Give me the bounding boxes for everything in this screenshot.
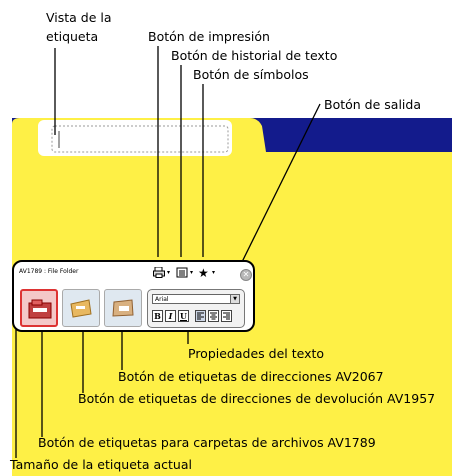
callout-print-button: Botón de impresión <box>148 29 270 44</box>
callout-return-address-labels-button: Botón de etiquetas de direcciones de dev… <box>78 391 436 406</box>
align-right-icon <box>223 312 230 320</box>
callout-label-view: Vista de la etiqueta <box>46 10 112 44</box>
callout-exit-button: Botón de salida <box>324 97 421 112</box>
address-label-icon <box>112 299 134 317</box>
text-history-button[interactable] <box>176 267 188 282</box>
address-labels-button[interactable] <box>104 289 142 327</box>
printer-icon <box>153 266 165 278</box>
star-icon: ★ <box>198 266 209 280</box>
chevron-down-icon: ▼ <box>230 295 239 303</box>
callout-text-properties: Propiedades del texto <box>188 346 325 361</box>
file-folder-labels-button[interactable] <box>20 289 58 327</box>
callout-address-labels-button: Botón de etiquetas de direcciones AV2067 <box>118 369 384 384</box>
align-right-button[interactable] <box>221 310 232 322</box>
close-icon: ✕ <box>242 270 250 279</box>
underline-button[interactable]: U <box>178 310 189 322</box>
callout-symbols-button: Botón de símbolos <box>193 67 309 82</box>
callout-file-folder-labels-button: Botón de etiquetas para carpetas de arch… <box>38 435 376 450</box>
font-select[interactable]: Arial ▼ <box>152 294 240 304</box>
text-history-arrow[interactable]: ▾ <box>190 267 193 278</box>
print-options-arrow[interactable]: ▾ <box>167 267 170 278</box>
label-tool-panel: AV1789 : File Folder ▾ ▾ ★ ▾ ✕ Arial ▼ B… <box>12 260 255 332</box>
current-label-size: AV1789 : File Folder <box>19 268 79 275</box>
align-center-icon <box>210 312 217 320</box>
callout-text-history-button: Botón de historial de texto <box>171 48 338 63</box>
align-left-icon <box>197 312 204 320</box>
text-properties: Arial ▼ B I U <box>147 289 245 328</box>
return-address-label-icon <box>70 299 92 318</box>
text-history-icon <box>176 267 188 278</box>
file-folder-label-icon <box>28 299 52 319</box>
print-button[interactable] <box>153 266 165 282</box>
italic-button[interactable]: I <box>165 310 176 322</box>
align-left-button[interactable] <box>195 310 206 322</box>
exit-button[interactable]: ✕ <box>240 269 252 281</box>
align-center-button[interactable] <box>208 310 219 322</box>
symbols-button[interactable]: ★ <box>198 267 209 279</box>
symbols-arrow[interactable]: ▾ <box>212 267 215 278</box>
return-address-labels-button[interactable] <box>62 289 100 327</box>
bold-button[interactable]: B <box>152 310 163 322</box>
font-select-value: Arial <box>155 296 169 303</box>
callout-current-label-size: Tamaño de la etiqueta actual <box>10 457 192 472</box>
